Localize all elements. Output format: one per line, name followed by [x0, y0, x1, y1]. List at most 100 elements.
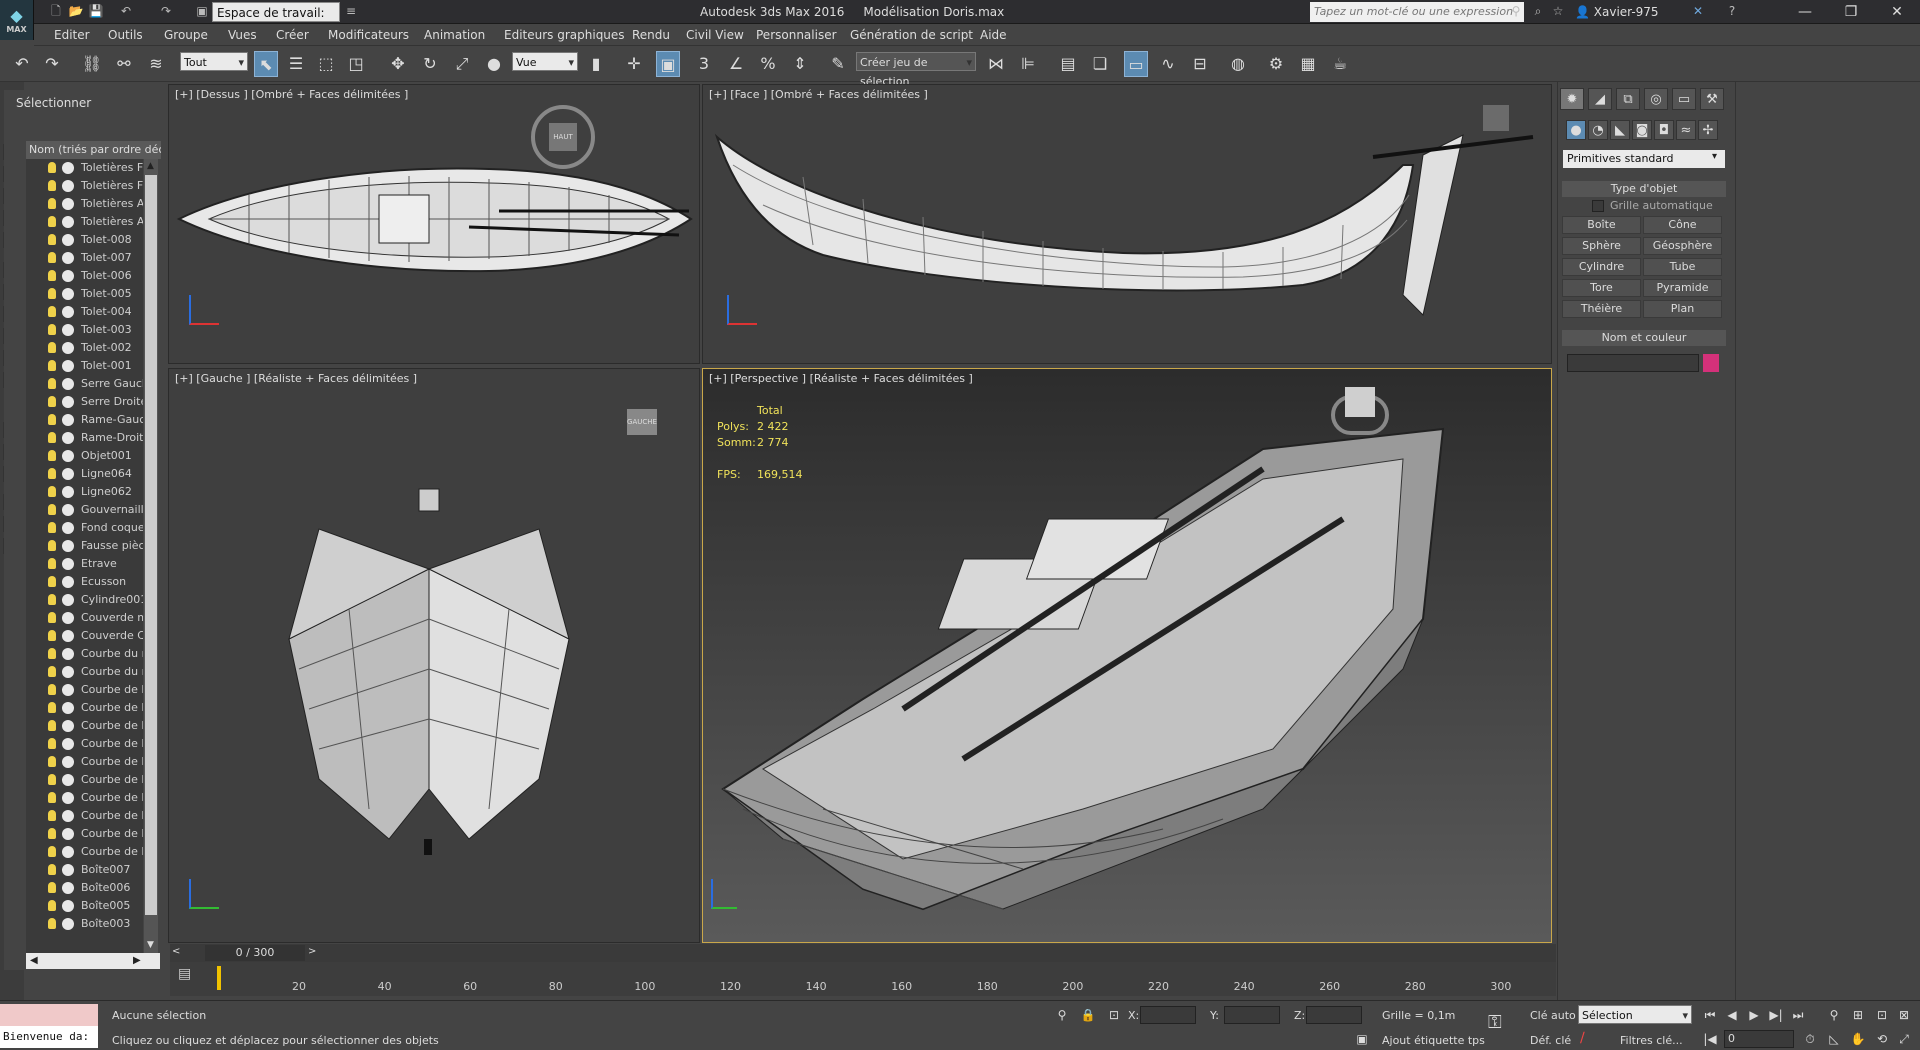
- visibility-icon[interactable]: [62, 684, 74, 696]
- visibility-icon[interactable]: [62, 396, 74, 408]
- sphere-button[interactable]: Sphère: [1562, 237, 1641, 255]
- light-bulb-icon[interactable]: [48, 324, 56, 335]
- list-item[interactable]: Fausse pièce: [26, 537, 143, 555]
- light-bulb-icon[interactable]: [48, 198, 56, 209]
- menu-civil-view[interactable]: Civil View: [686, 24, 744, 46]
- x-coord-input[interactable]: [1140, 1006, 1196, 1024]
- next-frame-icon[interactable]: >: [308, 946, 316, 957]
- list-item[interactable]: Etrave: [26, 555, 143, 573]
- menu-modificateurs[interactable]: Modificateurs: [328, 24, 409, 46]
- project-folder-icon[interactable]: ▣: [194, 3, 210, 19]
- visibility-icon[interactable]: [62, 342, 74, 354]
- align-icon[interactable]: ⊫: [1016, 51, 1040, 77]
- visibility-icon[interactable]: [62, 648, 74, 660]
- curve-editor-icon[interactable]: ∿: [1156, 51, 1180, 77]
- close-button[interactable]: ✕: [1874, 0, 1920, 24]
- menu-animation[interactable]: Animation: [424, 24, 485, 46]
- place-icon[interactable]: ●: [482, 51, 506, 77]
- visibility-icon[interactable]: [62, 432, 74, 444]
- link-icon[interactable]: ⛓: [80, 51, 104, 77]
- prev-key-icon[interactable]: ◀: [1722, 1006, 1742, 1024]
- light-bulb-icon[interactable]: [48, 756, 56, 767]
- schematic-view-icon[interactable]: ⊟: [1188, 51, 1212, 77]
- visibility-icon[interactable]: [62, 378, 74, 390]
- list-item[interactable]: Toletières Fc: [26, 159, 143, 177]
- list-item[interactable]: Serre Droite: [26, 393, 143, 411]
- light-bulb-icon[interactable]: [48, 486, 56, 497]
- helpers-icon[interactable]: ◘: [1654, 120, 1674, 140]
- isolate-icon[interactable]: ⚲: [1052, 1006, 1072, 1024]
- unlink-icon[interactable]: ⚯: [112, 51, 136, 77]
- fov-icon[interactable]: ◺: [1824, 1030, 1844, 1048]
- visibility-icon[interactable]: [62, 864, 74, 876]
- menu-groupe[interactable]: Groupe: [164, 24, 208, 46]
- list-item[interactable]: Courbe de l'é: [26, 717, 143, 735]
- viewport-top[interactable]: [+] [Dessus ] [Ombré + Faces délimitées …: [168, 84, 700, 364]
- select-object-icon[interactable]: ⬉: [254, 51, 278, 77]
- visibility-icon[interactable]: [62, 540, 74, 552]
- edit-named-sel-icon[interactable]: ✎: [826, 51, 850, 77]
- list-item[interactable]: Tolet-005: [26, 285, 143, 303]
- list-item[interactable]: Courbe de l'é: [26, 753, 143, 771]
- list-item[interactable]: Courbe du m: [26, 663, 143, 681]
- keyboard-shortcut-icon[interactable]: ▣: [656, 51, 680, 77]
- modify-tab-icon[interactable]: ◢: [1588, 88, 1612, 110]
- rollout-name-color[interactable]: Nom et couleur: [1562, 330, 1726, 346]
- selection-filter-dropdown[interactable]: Tout: [180, 52, 248, 72]
- list-item[interactable]: Ecusson: [26, 573, 143, 591]
- visibility-icon[interactable]: [62, 306, 74, 318]
- percent-snap-icon[interactable]: %: [756, 51, 780, 77]
- list-item[interactable]: Courbe de l'é: [26, 735, 143, 753]
- rotate-icon[interactable]: ↻: [418, 51, 442, 77]
- open-file-icon[interactable]: 📂: [68, 3, 84, 19]
- visibility-icon[interactable]: [62, 738, 74, 750]
- light-bulb-icon[interactable]: [48, 558, 56, 569]
- shapes-icon[interactable]: ◔: [1588, 120, 1608, 140]
- scale-icon[interactable]: ⤢: [450, 51, 474, 77]
- light-bulb-icon[interactable]: [48, 432, 56, 443]
- prev-frame-icon[interactable]: <: [172, 946, 180, 957]
- category-dropdown[interactable]: Primitives standard: [1563, 150, 1725, 168]
- scene-explorer-icon[interactable]: ▤: [1056, 51, 1080, 77]
- light-bulb-icon[interactable]: [48, 216, 56, 227]
- visibility-icon[interactable]: [62, 630, 74, 642]
- select-manipulate-icon[interactable]: ✛: [622, 51, 646, 77]
- scroll-up-icon[interactable]: ▲: [147, 161, 154, 171]
- visibility-icon[interactable]: [62, 702, 74, 714]
- menu-vues[interactable]: Vues: [228, 24, 257, 46]
- zoom-extents-all-icon[interactable]: ⊠: [1894, 1006, 1914, 1024]
- list-item[interactable]: Toletières AC: [26, 195, 143, 213]
- light-bulb-icon[interactable]: [48, 648, 56, 659]
- light-bulb-icon[interactable]: [48, 792, 56, 803]
- exchange-icon[interactable]: ✕: [1690, 3, 1706, 19]
- light-bulb-icon[interactable]: [48, 666, 56, 677]
- angle-snap-icon[interactable]: ∠: [724, 51, 748, 77]
- list-item[interactable]: Boîte003: [26, 915, 143, 933]
- list-item[interactable]: Boîte006: [26, 879, 143, 897]
- user-account[interactable]: 👤 Xavier-975: [1575, 0, 1659, 24]
- list-item[interactable]: Ligne064: [26, 465, 143, 483]
- light-bulb-icon[interactable]: [48, 576, 56, 587]
- zoom-extents-icon[interactable]: ⊡: [1872, 1006, 1892, 1024]
- app-menu-button[interactable]: ◆ MAX: [0, 0, 34, 40]
- undo-icon[interactable]: ↶: [10, 51, 34, 77]
- visibility-icon[interactable]: [62, 198, 74, 210]
- undo-icon[interactable]: ↶: [118, 3, 134, 19]
- list-item[interactable]: Courbe de l'é: [26, 771, 143, 789]
- list-item[interactable]: Ligne062: [26, 483, 143, 501]
- spinner-snap-icon[interactable]: ⇕: [788, 51, 812, 77]
- autogrid-checkbox[interactable]: [1592, 200, 1604, 212]
- light-bulb-icon[interactable]: [48, 846, 56, 857]
- visibility-icon[interactable]: [62, 576, 74, 588]
- maximize-viewport-icon[interactable]: ⤢: [1894, 1030, 1914, 1048]
- cone-button[interactable]: Cône: [1643, 216, 1722, 234]
- save-icon[interactable]: 💾: [88, 3, 104, 19]
- visibility-icon[interactable]: [62, 720, 74, 732]
- light-bulb-icon[interactable]: [48, 702, 56, 713]
- light-bulb-icon[interactable]: [48, 738, 56, 749]
- light-bulb-icon[interactable]: [48, 774, 56, 785]
- tube-button[interactable]: Tube: [1643, 258, 1722, 276]
- visibility-icon[interactable]: [62, 810, 74, 822]
- search-input[interactable]: Tapez un mot-clé ou une expression: [1310, 2, 1524, 22]
- list-item[interactable]: Couverde C: [26, 627, 143, 645]
